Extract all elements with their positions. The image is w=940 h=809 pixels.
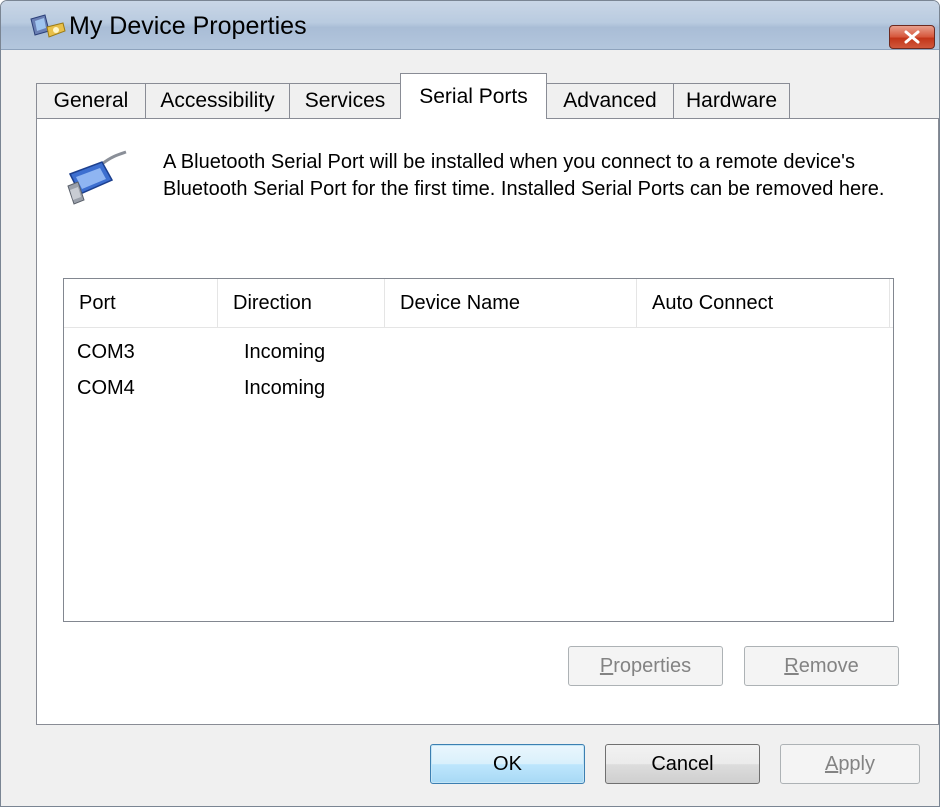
button-label: emove bbox=[798, 654, 859, 677]
tab-hardware[interactable]: Hardware bbox=[673, 83, 790, 118]
window-title: My Device Properties bbox=[69, 12, 307, 40]
button-label: roperties bbox=[613, 654, 692, 677]
table-row[interactable]: COM4 Incoming bbox=[64, 373, 893, 409]
accelerator-key: R bbox=[784, 654, 799, 677]
tab-label: Hardware bbox=[685, 89, 778, 112]
button-label: pply bbox=[838, 752, 876, 775]
description-text: A Bluetooth Serial Port will be installe… bbox=[163, 151, 885, 200]
apply-button[interactable]: Apply bbox=[780, 744, 920, 784]
serial-ports-list[interactable]: Port Direction Device Name Auto Connect … bbox=[63, 278, 894, 622]
tab-label: General bbox=[53, 89, 129, 112]
column-header-port[interactable]: Port bbox=[64, 279, 218, 327]
table-row[interactable]: COM3 Incoming bbox=[64, 337, 893, 373]
port-cell: COM3 bbox=[77, 341, 135, 363]
ok-button[interactable]: OK bbox=[430, 744, 585, 784]
close-icon bbox=[904, 30, 920, 44]
tab-label: Services bbox=[304, 89, 386, 112]
cancel-button[interactable]: Cancel bbox=[605, 744, 760, 784]
tab-serial-ports[interactable]: Serial Ports bbox=[400, 73, 547, 119]
port-cell: COM4 bbox=[77, 377, 135, 399]
tab-label: Serial Ports bbox=[419, 84, 528, 108]
tab-services[interactable]: Services bbox=[289, 83, 401, 118]
properties-button[interactable]: Properties bbox=[568, 646, 723, 686]
column-header-auto-connect[interactable]: Auto Connect bbox=[637, 279, 890, 327]
tab-advanced[interactable]: Advanced bbox=[546, 83, 674, 118]
tab-label: Accessibility bbox=[160, 89, 275, 112]
title-bar[interactable]: My Device Properties bbox=[1, 1, 939, 50]
accelerator-key: P bbox=[599, 654, 614, 677]
list-header: Port Direction Device Name Auto Connect bbox=[64, 279, 893, 328]
column-header-device-name[interactable]: Device Name bbox=[385, 279, 637, 327]
direction-cell: Incoming bbox=[244, 377, 326, 399]
tab-label: Advanced bbox=[563, 89, 657, 112]
button-label: OK bbox=[493, 752, 522, 775]
column-header-direction[interactable]: Direction bbox=[218, 279, 385, 327]
serial-port-icon bbox=[67, 150, 127, 205]
accelerator-key: A bbox=[824, 752, 839, 775]
bluetooth-device-icon bbox=[30, 14, 66, 38]
remove-button[interactable]: Remove bbox=[744, 646, 899, 686]
tab-accessibility[interactable]: Accessibility bbox=[145, 83, 290, 118]
direction-cell: Incoming bbox=[244, 341, 326, 363]
tab-general[interactable]: General bbox=[36, 83, 146, 118]
button-label: Cancel bbox=[651, 752, 714, 775]
close-button[interactable] bbox=[889, 25, 935, 49]
